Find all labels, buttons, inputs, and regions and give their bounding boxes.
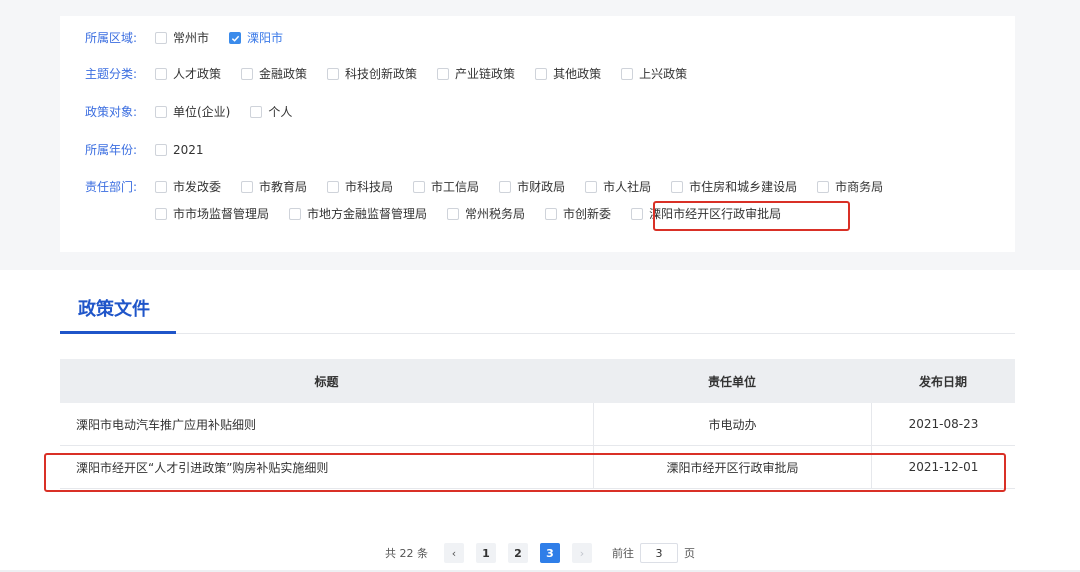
checkbox[interactable] <box>155 32 167 44</box>
header-unit: 责任单位 <box>707 374 756 389</box>
checkbox[interactable] <box>155 181 167 193</box>
table-row[interactable]: 溧阳市电动汽车推广应用补贴细则 市电动办 2021-08-23 <box>60 403 1015 446</box>
checkbox[interactable] <box>631 208 644 220</box>
dept-option[interactable]: 市工信局 <box>413 179 479 195</box>
pagination: 共 22 条 ‹ 1 2 3 › 前往 页 <box>0 543 1080 563</box>
filter-label-topic: 主题分类: <box>85 67 138 81</box>
checkbox[interactable] <box>437 68 450 80</box>
filter-label-dept: 责任部门: <box>85 180 138 194</box>
filter-panel: 所属区域: 常州市 溧阳市 主题分类: 人才政策 金融政策 科技创新政策 产业链… <box>60 16 1015 252</box>
header-title: 标题 <box>314 374 339 389</box>
table-row[interactable]: 溧阳市经开区“人才引进政策”购房补贴实施细则 溧阳市经开区行政审批局 2021-… <box>60 446 1015 489</box>
dept-options: 市发改委 市教育局 市科技局 市工信局 市财政局 市人社局 市住房和城乡建设局 … <box>155 179 995 222</box>
dept-option[interactable]: 常州税务局 <box>447 206 525 222</box>
checkbox[interactable] <box>327 68 340 80</box>
topic-options: 人才政策 金融政策 科技创新政策 产业链政策 其他政策 上兴政策 <box>155 66 995 82</box>
filter-label-region: 所属区域: <box>85 31 138 45</box>
row-unit: 市电动办 <box>593 403 871 445</box>
dept-option-liyang-approval[interactable]: 溧阳市经开区行政审批局 <box>631 206 781 222</box>
topic-option[interactable]: 上兴政策 <box>621 66 687 82</box>
checkbox[interactable] <box>585 181 598 193</box>
dept-option[interactable]: 市财政局 <box>499 179 565 195</box>
page-button-1[interactable]: 1 <box>476 543 496 563</box>
dept-option[interactable]: 市发改委 <box>155 179 221 195</box>
pagination-total: 共 22 条 <box>385 547 428 560</box>
table-header: 标题 责任单位 发布日期 <box>60 359 1015 403</box>
checkbox[interactable] <box>155 144 167 156</box>
dept-option[interactable]: 市教育局 <box>241 179 307 195</box>
checkbox[interactable] <box>817 181 830 193</box>
topic-option[interactable]: 科技创新政策 <box>327 66 417 82</box>
topic-option[interactable]: 人才政策 <box>155 66 221 82</box>
filter-label-year: 所属年份: <box>85 143 138 157</box>
target-options: 单位(企业) 个人 <box>155 104 995 120</box>
row-date: 2021-08-23 <box>871 403 1015 445</box>
checkbox[interactable] <box>327 181 340 193</box>
goto-page: 前往 页 <box>612 543 695 563</box>
checkbox-checked[interactable] <box>229 32 242 44</box>
filter-row-topic: 主题分类: 人才政策 金融政策 科技创新政策 产业链政策 其他政策 上兴政策 <box>85 66 995 82</box>
page-button-2[interactable]: 2 <box>508 543 528 563</box>
row-unit: 溧阳市经开区行政审批局 <box>593 446 871 488</box>
year-option[interactable]: 2021 <box>155 142 204 158</box>
region-option-liyang[interactable]: 溧阳市 <box>229 30 283 46</box>
checkbox[interactable] <box>447 208 460 220</box>
filter-row-year: 所属年份: 2021 <box>85 142 995 158</box>
region-options: 常州市 溧阳市 <box>155 30 995 46</box>
dept-option[interactable]: 市人社局 <box>585 179 651 195</box>
topic-option[interactable]: 其他政策 <box>535 66 601 82</box>
dept-option[interactable]: 市市场监督管理局 <box>155 206 269 222</box>
checkbox[interactable] <box>621 68 634 80</box>
checkbox[interactable] <box>241 181 254 193</box>
row-title[interactable]: 溧阳市经开区“人才引进政策”购房补贴实施细则 <box>60 446 593 488</box>
page-button-3[interactable]: 3 <box>540 543 560 563</box>
next-page-button[interactable]: › <box>572 543 592 563</box>
target-option[interactable]: 单位(企业) <box>155 104 230 120</box>
section-title: 政策文件 <box>78 299 150 320</box>
dept-option[interactable]: 市创新委 <box>545 206 611 222</box>
checkbox[interactable] <box>671 181 684 193</box>
goto-suffix: 页 <box>684 547 695 560</box>
year-options: 2021 <box>155 142 995 158</box>
row-date: 2021-12-01 <box>871 446 1015 488</box>
target-option[interactable]: 个人 <box>250 104 292 120</box>
dept-option[interactable]: 市地方金融监督管理局 <box>289 206 427 222</box>
dept-option[interactable]: 市科技局 <box>327 179 393 195</box>
filter-row-target: 政策对象: 单位(企业) 个人 <box>85 104 995 120</box>
topic-option[interactable]: 产业链政策 <box>437 66 515 82</box>
policy-files-section: 政策文件 标题 责任单位 发布日期 溧阳市电动汽车推广应用补贴细则 市电动办 2… <box>0 270 1080 572</box>
checkbox[interactable] <box>155 68 167 80</box>
checkbox[interactable] <box>289 208 302 220</box>
policy-table: 标题 责任单位 发布日期 溧阳市电动汽车推广应用补贴细则 市电动办 2021-0… <box>60 359 1015 489</box>
goto-prefix: 前往 <box>612 547 634 560</box>
checkbox[interactable] <box>155 106 167 118</box>
section-divider <box>60 333 1015 334</box>
goto-page-input[interactable] <box>640 543 678 563</box>
dept-option[interactable]: 市商务局 <box>817 179 883 195</box>
checkbox[interactable] <box>413 181 426 193</box>
prev-page-button[interactable]: ‹ <box>444 543 464 563</box>
checkbox[interactable] <box>250 106 263 118</box>
header-date: 发布日期 <box>918 374 967 389</box>
section-title-underline <box>60 331 176 334</box>
region-option-changzhou[interactable]: 常州市 <box>155 30 209 46</box>
checkbox[interactable] <box>535 68 548 80</box>
filter-label-target: 政策对象: <box>85 105 138 119</box>
checkbox[interactable] <box>499 181 512 193</box>
topic-option[interactable]: 金融政策 <box>241 66 307 82</box>
row-title[interactable]: 溧阳市电动汽车推广应用补贴细则 <box>60 403 593 445</box>
checkbox[interactable] <box>241 68 254 80</box>
checkbox[interactable] <box>545 208 558 220</box>
dept-option[interactable]: 市住房和城乡建设局 <box>671 179 797 195</box>
checkbox[interactable] <box>155 208 167 220</box>
filter-row-dept: 责任部门: 市发改委 市教育局 市科技局 市工信局 市财政局 市人社局 市住房和… <box>85 179 995 222</box>
filter-row-region: 所属区域: 常州市 溧阳市 <box>85 30 995 46</box>
check-icon <box>231 35 239 42</box>
